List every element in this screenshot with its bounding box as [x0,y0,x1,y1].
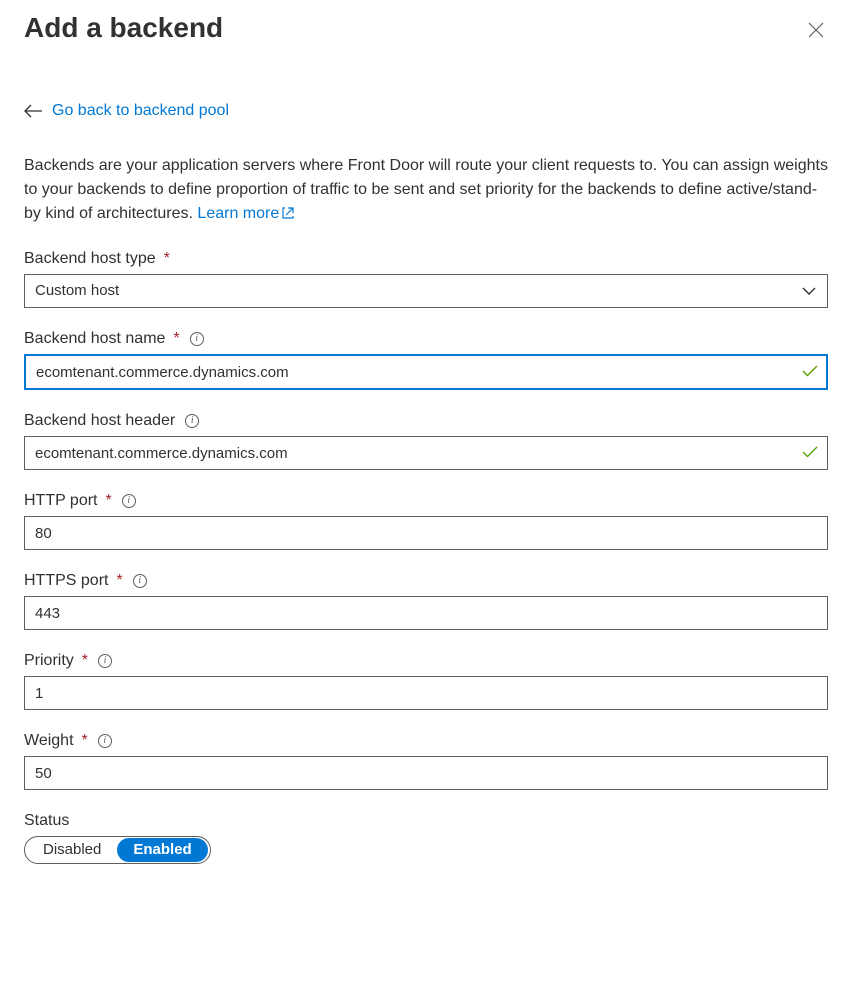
label-https-port: HTTPS port * i [24,572,828,590]
status-toggle: Disabled Enabled [24,836,211,864]
label-text: Backend host name [24,330,165,348]
input-wrap-host-header [24,436,828,470]
info-icon[interactable]: i [190,332,204,346]
go-back-link[interactable]: Go back to backend pool [52,102,229,120]
label-text: HTTP port [24,492,98,510]
external-link-icon [281,206,295,220]
close-button[interactable] [804,18,828,42]
label-status: Status [24,812,828,830]
status-enabled-option[interactable]: Enabled [117,838,207,862]
arrow-left-icon [24,104,42,118]
learn-more-label: Learn more [197,205,279,222]
field-https-port: HTTPS port * i [24,572,828,630]
input-wrap-host-name [24,354,828,390]
required-asterisk: * [82,652,88,670]
label-text: Priority [24,652,74,670]
field-weight: Weight * i [24,732,828,790]
label-backend-host-header: Backend host header i [24,412,828,430]
input-wrap-https-port [24,596,828,630]
weight-input[interactable] [24,756,828,790]
label-text: Backend host header [24,412,175,430]
description-text: Backends are your application servers wh… [24,154,828,226]
http-port-input[interactable] [24,516,828,550]
select-wrap-host-type: Custom host [24,274,828,308]
label-weight: Weight * i [24,732,828,750]
https-port-input[interactable] [24,596,828,630]
label-text: Weight [24,732,74,750]
field-http-port: HTTP port * i [24,492,828,550]
required-asterisk: * [173,330,179,348]
description-body: Backends are your application servers wh… [24,157,828,222]
learn-more-link[interactable]: Learn more [197,205,295,222]
backend-host-name-input[interactable] [24,354,828,390]
required-asterisk: * [106,492,112,510]
status-disabled-option[interactable]: Disabled [27,838,117,862]
input-wrap-http-port [24,516,828,550]
label-backend-host-type: Backend host type * [24,250,828,268]
field-backend-host-name: Backend host name * i [24,330,828,390]
field-status: Status Disabled Enabled [24,812,828,864]
info-icon[interactable]: i [133,574,147,588]
close-icon [808,22,824,38]
priority-input[interactable] [24,676,828,710]
field-backend-host-header: Backend host header i [24,412,828,470]
back-link-row: Go back to backend pool [24,102,229,120]
backend-host-header-input[interactable] [24,436,828,470]
label-text: Backend host type [24,250,156,268]
panel-header: Add a backend [24,10,828,46]
label-backend-host-name: Backend host name * i [24,330,828,348]
info-icon[interactable]: i [98,654,112,668]
info-icon[interactable]: i [98,734,112,748]
required-asterisk: * [116,572,122,590]
info-icon[interactable]: i [122,494,136,508]
input-wrap-priority [24,676,828,710]
input-wrap-weight [24,756,828,790]
field-backend-host-type: Backend host type * Custom host [24,250,828,308]
panel-title: Add a backend [24,10,223,46]
field-priority: Priority * i [24,652,828,710]
label-http-port: HTTP port * i [24,492,828,510]
required-asterisk: * [164,250,170,268]
required-asterisk: * [82,732,88,750]
backend-host-type-select[interactable]: Custom host [24,274,828,308]
label-priority: Priority * i [24,652,828,670]
label-text: HTTPS port [24,572,108,590]
label-text: Status [24,812,69,830]
info-icon[interactable]: i [185,414,199,428]
add-backend-panel: Add a backend Go back to backend pool Ba… [0,0,852,888]
